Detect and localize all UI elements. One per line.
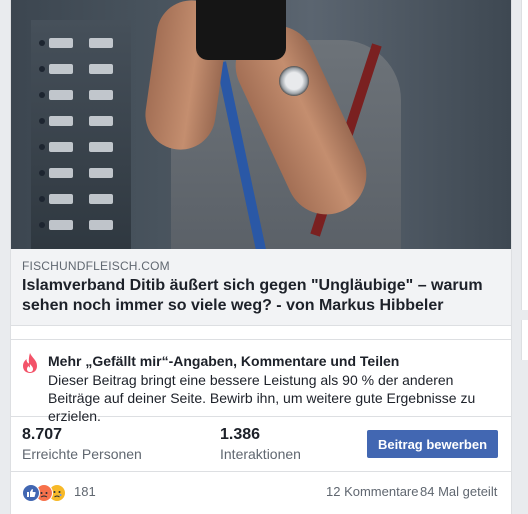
wristwatch (279, 66, 309, 96)
reach-value: 8.707 (22, 426, 63, 443)
post-stats: 8.707 Erreichte Personen 1.386 Interakti… (11, 416, 511, 472)
reaction-count[interactable]: 181 (74, 484, 96, 499)
post-card: FISCHUNDFLEISCH.COM Islamverband Ditib ä… (10, 0, 512, 514)
promote-post-button[interactable]: Beitrag bewerben (367, 430, 498, 458)
boost-title: Mehr „Gefällt mir“-Angaben, Kommentare u… (48, 353, 400, 369)
right-sidebar-strip (521, 0, 528, 310)
link-preview[interactable]: FISCHUNDFLEISCH.COM Islamverband Ditib ä… (11, 249, 511, 326)
interactions-label: Interaktionen (220, 446, 301, 462)
link-domain[interactable]: FISCHUNDFLEISCH.COM (22, 259, 170, 273)
share-count[interactable]: 84 Mal geteilt (420, 484, 497, 499)
fire-icon (23, 353, 37, 373)
reactions-bar: 181 12 Kommentare 84 Mal geteilt (11, 472, 511, 512)
post-image[interactable] (11, 0, 511, 249)
link-headline[interactable]: Islamverband Ditib äußert sich gegen "Un… (22, 276, 500, 316)
reach-label: Erreichte Personen (22, 446, 142, 462)
boost-suggestion: Mehr „Gefällt mir“-Angaben, Kommentare u… (11, 339, 511, 424)
elevator-panel (31, 20, 131, 249)
comment-count[interactable]: 12 Kommentare (326, 484, 419, 499)
interactions-value: 1.386 (220, 426, 261, 443)
camera (196, 0, 286, 60)
right-sidebar-strip (521, 320, 528, 360)
like-icon[interactable] (22, 484, 40, 502)
